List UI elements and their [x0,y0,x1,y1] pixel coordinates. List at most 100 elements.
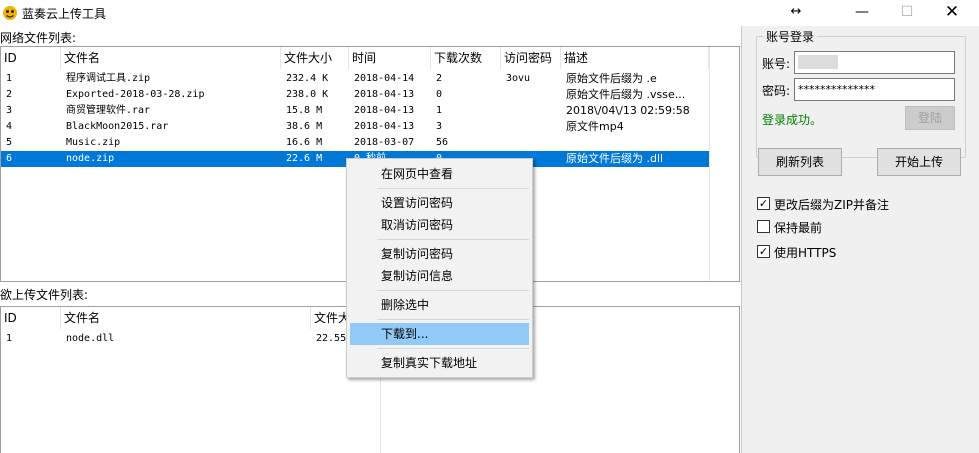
option-rename-zip[interactable]: ✓ 更改后缀为ZIP并备注 [757,196,967,212]
cell-time: 2018-04-14 [354,73,415,84]
column-header-size[interactable]: 文件大小 [281,47,349,69]
cell-size: 38.6 M [286,121,323,132]
cell-password [503,119,559,135]
menu-item-view-in-browser[interactable]: 在网页中查看 [350,163,529,185]
cell-time: 2018-04-13 [354,121,415,132]
menu-item-copy-real-link[interactable]: 复制真实下载地址 [350,352,529,374]
table-row[interactable]: 4 BlackMoon2015.rar 38.6 M 2018-04-13 3 原文件mp… [1,119,709,135]
account-label: 账号: [762,57,791,71]
cell-size: 16.6 M [286,137,323,148]
column-header-id[interactable]: ID [1,47,61,69]
cell-id: 6 [6,153,13,164]
cell-time: 2018-03-07 [354,137,415,148]
table-row[interactable]: 2 Exported-2018-03-28.zip 238.0 K 2018-04-1… [1,87,709,103]
checkbox-use-https[interactable]: ✓ [757,245,770,258]
login-button[interactable]: 登陆 [905,106,955,130]
cell-password: 3ovu [506,73,531,84]
cell-downloads: 2 [436,73,443,84]
option-use-https[interactable]: ✓ 使用HTTPS [757,244,967,260]
cell-filename: node.zip [66,153,115,164]
cell-size: 232.4 K [286,73,329,84]
start-upload-button[interactable]: 开始上传 [877,148,961,176]
cell-id: 5 [6,137,13,148]
option-stay-on-top[interactable]: 保持最前 [757,219,967,235]
context-menu: 在网页中查看 设置访问密码 取消访问密码 复制访问密码 复制访问信息 删除选中 … [346,158,533,378]
cell-password [503,103,559,119]
cell-description: 原始文件后缀为 .vsse... [566,88,686,101]
menu-separator [377,348,529,349]
login-group-title: 账号登录 [763,28,818,45]
cell-description: 2018\/04\/13 02:59:58 [566,104,690,117]
column-divider [709,47,710,281]
cell-downloads: 3 [436,121,443,132]
cell-password [503,135,559,151]
checkbox-stay-on-top[interactable] [757,220,770,233]
option-stay-on-top-label: 保持最前 [774,221,823,235]
cell-filename: BlackMoon2015.rar [66,121,169,132]
cell-password [503,87,559,103]
checkbox-rename-zip[interactable]: ✓ [757,197,770,210]
cell-id: 1 [6,73,13,84]
cell-description: 原始文件后缀为 .dll [566,152,664,165]
menu-item-copy-password[interactable]: 复制访问密码 [350,243,529,265]
title-bar: 蓝奏云上传工具 ↔ — ☐ ✕ [0,0,979,26]
table-row[interactable]: 1 程序调试工具.zip 232.4 K 2018-04-14 2 3ovu 原始文件后缀为… [1,71,709,87]
cell-size: 22.6 M [286,153,323,164]
upload-column-header-id[interactable]: ID [1,307,61,329]
app-logo-icon [3,6,17,20]
redacted-account-value [798,55,838,69]
cell-size: 15.8 M [286,105,323,116]
menu-separator [377,290,529,291]
close-button[interactable]: ✕ [930,0,974,26]
password-input[interactable]: ************** [794,78,955,101]
table-row[interactable]: 5 Music.zip 16.6 M 2018-03-07 56 [1,135,709,151]
cell-filename: 程序调试工具.zip [66,73,151,84]
cell-size: 238.0 K [286,89,329,100]
password-label: 密码: [762,84,791,98]
column-header-downloads[interactable]: 下载次数 [431,47,501,69]
upload-column-header-filename[interactable]: 文件名 [61,307,311,329]
table-header: ID 文件名 文件大小 时间 下载次数 访问密码 描述 [1,47,739,69]
window-title: 蓝奏云上传工具 [22,7,107,21]
cell-filename: Exported-2018-03-28.zip [66,89,205,100]
option-use-https-label: 使用HTTPS [774,246,837,260]
menu-separator [377,188,529,189]
maximize-button[interactable]: ☐ [885,0,929,26]
cell-time: 2018-04-13 [354,105,415,116]
option-rename-zip-label: 更改后缀为ZIP并备注 [774,198,889,212]
menu-item-download-to[interactable]: 下载到... [350,323,529,345]
account-input[interactable] [794,51,955,74]
column-header-filename[interactable]: 文件名 [61,47,281,69]
login-groupbox: 账号登录 账号: 密码: ************** 登录成功。 登陆 [756,28,966,158]
menu-item-set-password[interactable]: 设置访问密码 [350,192,529,214]
right-panel: 账号登录 账号: 密码: ************** 登录成功。 登陆 刷新列… [741,26,979,453]
upload-cell-filename: node.dll [66,333,115,344]
menu-item-cancel-password[interactable]: 取消访问密码 [350,214,529,236]
column-header-password[interactable]: 访问密码 [501,47,561,69]
column-header-time[interactable]: 时间 [349,47,431,69]
menu-item-delete-selected[interactable]: 删除选中 [350,294,529,316]
menu-separator [377,239,529,240]
network-list-label: 网络文件列表: [0,31,77,45]
column-header-description[interactable]: 描述 [561,47,709,69]
cell-downloads: 1 [436,105,443,116]
table-row[interactable]: 3 商贸管理软件.rar 15.8 M 2018-04-13 1 2018\/04\/13… [1,103,709,119]
upload-list-label: 欲上传文件列表: [0,288,89,302]
cell-description: 原文件mp4 [566,120,624,133]
login-status-text: 登录成功。 [762,113,823,127]
upload-cell-id: 1 [6,333,13,344]
cell-time: 2018-04-13 [354,89,415,100]
cell-id: 3 [6,105,13,116]
menu-separator [377,319,529,320]
cell-id: 4 [6,121,13,132]
cell-filename: 商贸管理软件.rar [66,105,151,116]
resize-icon[interactable]: ↔ [774,0,818,26]
minimize-button[interactable]: — [840,0,884,26]
cell-description: 原始文件后缀为 .e [566,72,657,85]
cell-downloads: 56 [436,137,449,148]
menu-item-copy-info[interactable]: 复制访问信息 [350,265,529,287]
refresh-list-button[interactable]: 刷新列表 [758,148,842,176]
cell-filename: Music.zip [66,137,121,148]
cell-description [563,135,709,151]
cell-id: 2 [6,89,13,100]
